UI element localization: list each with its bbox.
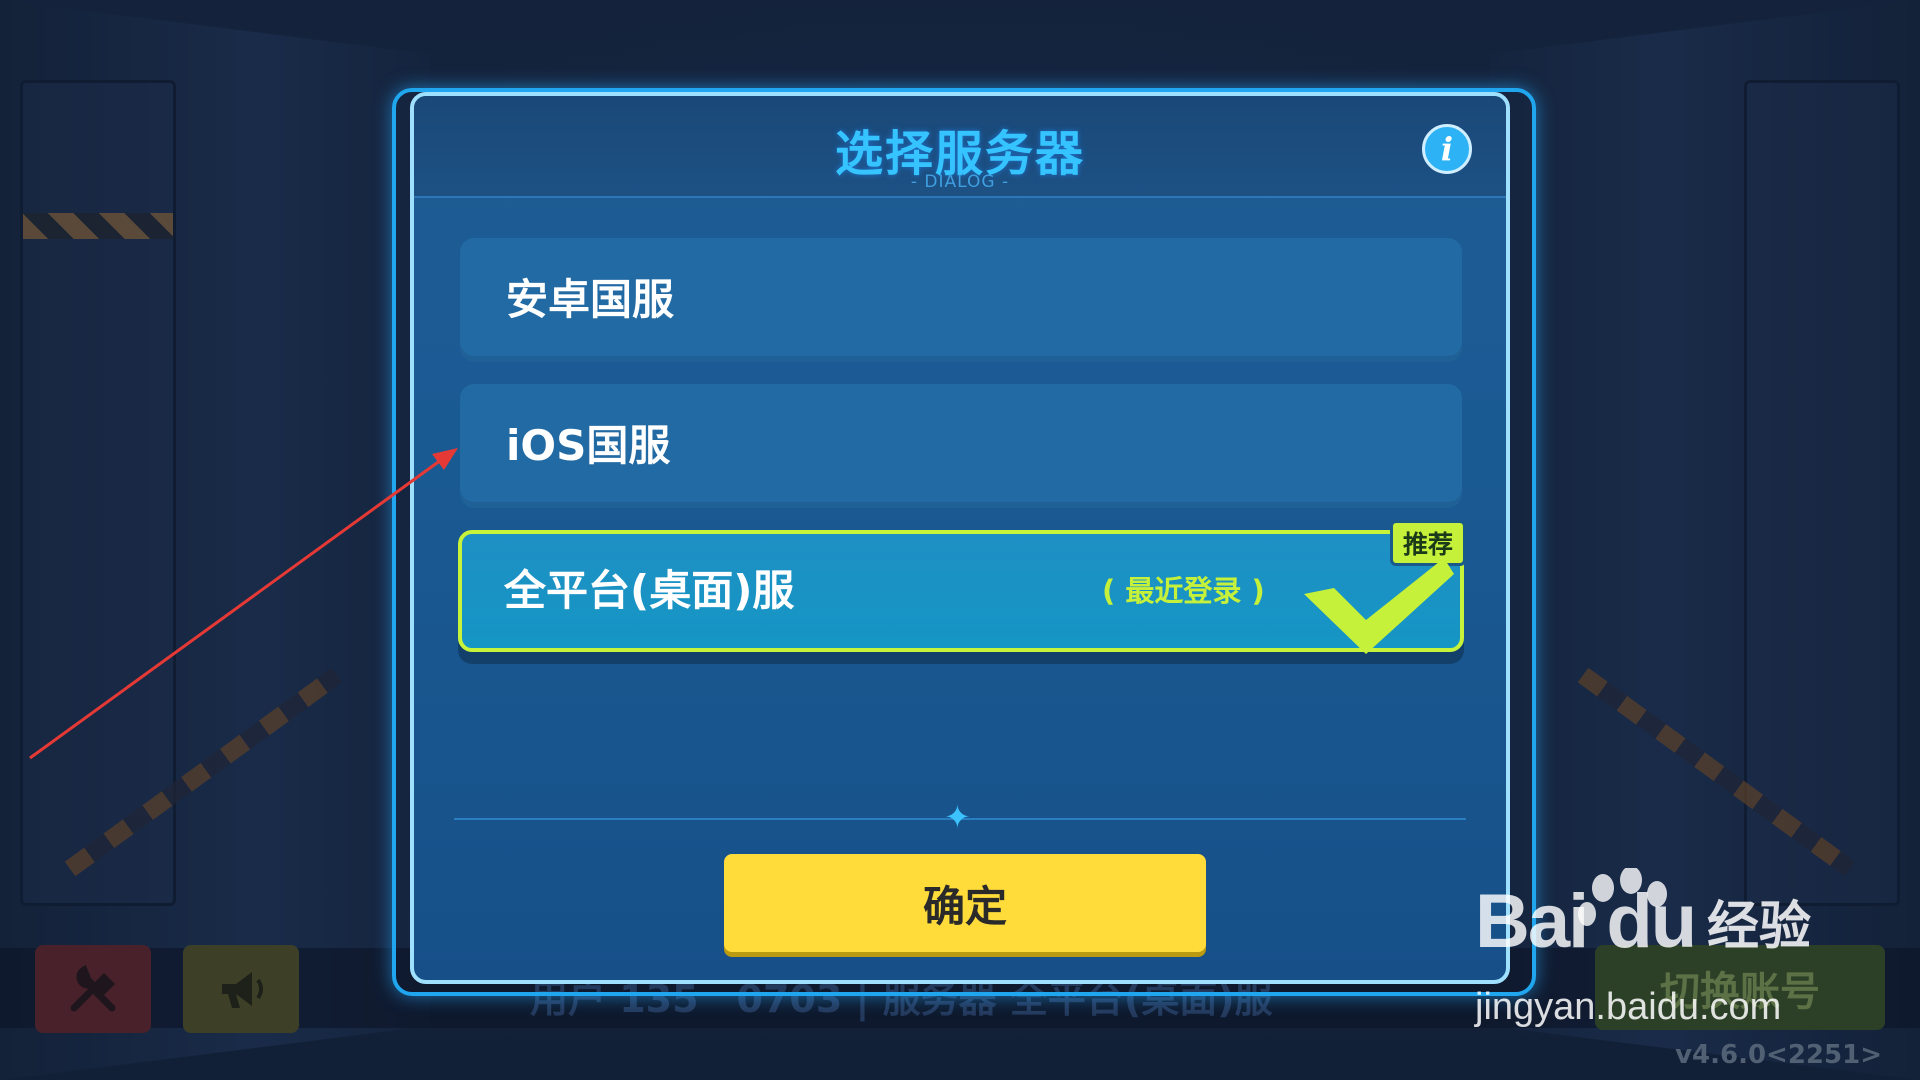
- dialog-subtitle: - DIALOG -: [910, 172, 1010, 192]
- server-label: 安卓国服: [506, 275, 675, 324]
- confirm-button[interactable]: 确定: [724, 854, 1206, 952]
- server-option-all-platform[interactable]: 全平台(桌面)服 ( 最近登录 ) 推荐: [458, 520, 1466, 654]
- baidu-watermark: Bai du 经验 jingyan.baidu.com: [1475, 868, 1875, 1038]
- checkmark-icon: [1304, 558, 1454, 654]
- dialog-header: 选择服务器 - DIALOG - i: [414, 96, 1506, 198]
- info-icon[interactable]: i: [1422, 124, 1472, 174]
- server-option-android[interactable]: 安卓国服: [460, 238, 1462, 362]
- baidu-paw-icon: [1578, 868, 1667, 926]
- sparkle-icon: ✦: [944, 798, 971, 836]
- server-label: 全平台(桌面)服: [504, 566, 795, 615]
- recent-login-note: ( 最近登录 ): [1102, 574, 1265, 608]
- server-select-dialog: 选择服务器 - DIALOG - i 安卓国服 iOS国服 全平台(桌面)服 (…: [410, 92, 1510, 984]
- watermark-name: 经验: [1707, 897, 1812, 957]
- server-option-ios[interactable]: iOS国服: [460, 384, 1462, 508]
- watermark-url: jingyan.baidu.com: [1475, 986, 1782, 1028]
- server-label: iOS国服: [506, 421, 671, 470]
